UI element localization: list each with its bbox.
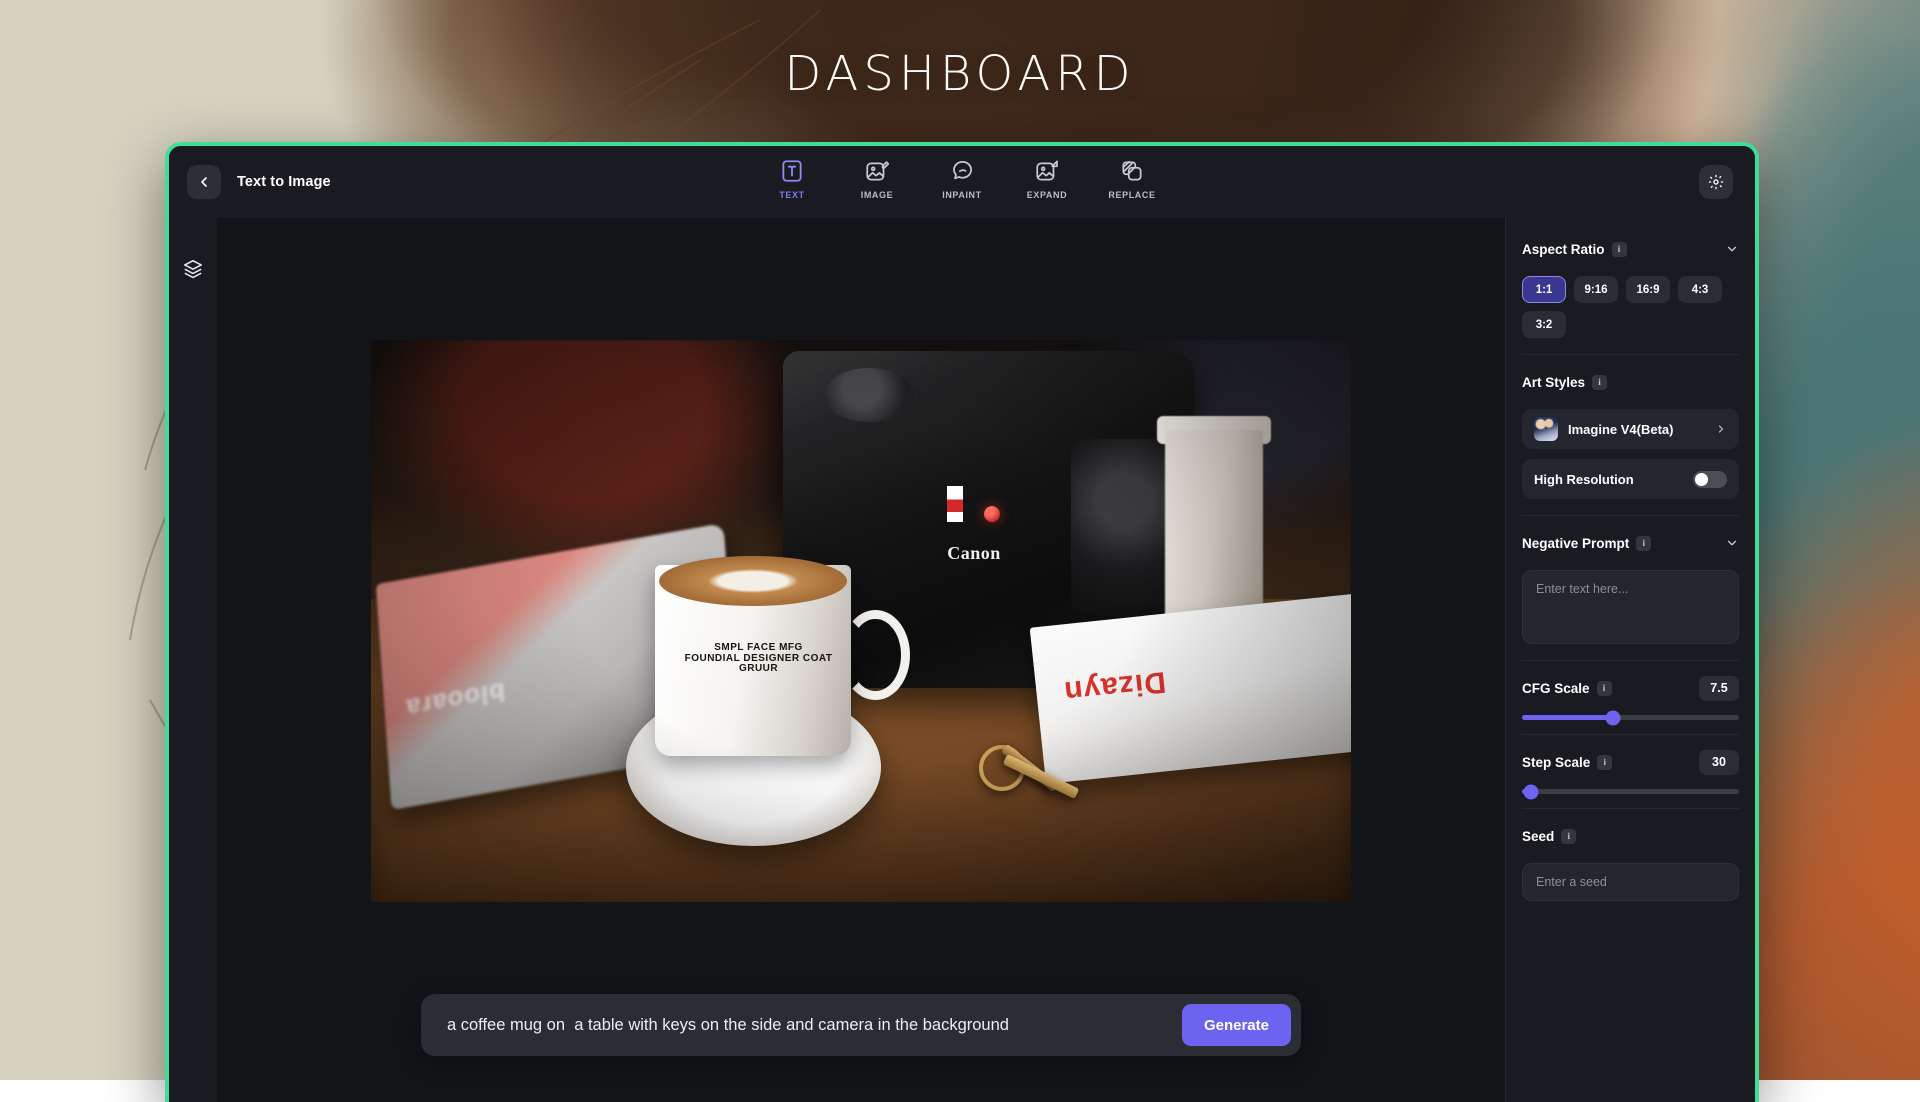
aspect-ratio-options: 1:1 9:16 16:9 4:3 3:2 bbox=[1522, 276, 1739, 338]
negative-prompt-title: Negative Prompt bbox=[1522, 536, 1629, 551]
tab-expand[interactable]: EXPAND bbox=[1019, 158, 1075, 200]
negative-prompt-header: Negative Prompt i bbox=[1522, 530, 1739, 556]
panel-divider-4 bbox=[1522, 734, 1739, 735]
left-rail bbox=[169, 218, 217, 1102]
settings-button[interactable] bbox=[1699, 165, 1733, 199]
step-scale-value: 30 bbox=[1699, 750, 1739, 775]
art-style-thumbnail bbox=[1534, 417, 1558, 441]
aspect-ratio-title: Aspect Ratio bbox=[1522, 242, 1605, 257]
cfg-scale-thumb[interactable] bbox=[1606, 710, 1621, 725]
tab-image[interactable]: IMAGE bbox=[849, 158, 905, 200]
text-box-icon bbox=[779, 158, 805, 184]
tool-tabs: TEXT IMAGE INPAINT EXPAND bbox=[764, 158, 1160, 200]
cfg-scale-info-icon[interactable]: i bbox=[1597, 681, 1612, 696]
cfg-scale-value: 7.5 bbox=[1699, 676, 1739, 701]
aspect-ratio-chip-1-1[interactable]: 1:1 bbox=[1522, 276, 1566, 303]
art-styles-info-icon[interactable]: i bbox=[1592, 375, 1607, 390]
step-scale-thumb[interactable] bbox=[1523, 784, 1538, 799]
cfg-scale-slider[interactable] bbox=[1522, 715, 1739, 720]
tab-expand-label: EXPAND bbox=[1027, 190, 1067, 200]
step-scale-title: Step Scale bbox=[1522, 755, 1590, 770]
aspect-ratio-header: Aspect Ratio i bbox=[1522, 236, 1739, 262]
seed-header: Seed i bbox=[1522, 823, 1739, 849]
seed-info-icon[interactable]: i bbox=[1561, 829, 1576, 844]
negative-prompt-input[interactable] bbox=[1536, 582, 1725, 632]
art-styles-header: Art Styles i bbox=[1522, 369, 1739, 395]
high-resolution-label: High Resolution bbox=[1534, 472, 1634, 487]
page-title: DASHBOARD bbox=[0, 46, 1920, 102]
tab-image-label: IMAGE bbox=[861, 190, 894, 200]
step-scale-info-icon[interactable]: i bbox=[1597, 755, 1612, 770]
step-scale-slider[interactable] bbox=[1522, 789, 1739, 794]
aspect-ratio-chip-16-9[interactable]: 16:9 bbox=[1626, 276, 1670, 303]
aspect-ratio-info-icon[interactable]: i bbox=[1612, 242, 1627, 257]
generated-image[interactable]: blooara Canon Dizayn bbox=[371, 340, 1351, 902]
negative-prompt-info-icon[interactable]: i bbox=[1636, 536, 1651, 551]
prompt-input[interactable] bbox=[447, 1016, 1182, 1035]
gear-icon bbox=[1707, 173, 1725, 191]
settings-panel: Aspect Ratio i 1:1 9:16 16:9 4:3 3:2 Art… bbox=[1505, 218, 1755, 1102]
aspect-ratio-chip-4-3[interactable]: 4:3 bbox=[1678, 276, 1722, 303]
toggle-knob bbox=[1695, 473, 1708, 486]
image-edit-icon bbox=[864, 158, 890, 184]
replace-layer-icon bbox=[1119, 158, 1145, 184]
cfg-scale-track bbox=[1522, 715, 1739, 720]
cfg-scale-header: CFG Scale i 7.5 bbox=[1522, 675, 1739, 701]
prompt-bar: Generate bbox=[421, 994, 1301, 1056]
art-style-name: Imagine V4(Beta) bbox=[1568, 422, 1673, 437]
high-resolution-row: High Resolution bbox=[1522, 459, 1739, 499]
step-scale-header: Step Scale i 30 bbox=[1522, 749, 1739, 775]
seed-title: Seed bbox=[1522, 829, 1554, 844]
tab-text-label: TEXT bbox=[779, 190, 804, 200]
aspect-ratio-chip-3-2[interactable]: 3:2 bbox=[1522, 311, 1566, 338]
chevron-left-icon bbox=[196, 174, 212, 190]
cfg-scale-fill bbox=[1522, 715, 1613, 720]
tab-inpaint[interactable]: INPAINT bbox=[934, 158, 990, 200]
app-body: blooara Canon Dizayn bbox=[169, 218, 1755, 1102]
tab-text[interactable]: TEXT bbox=[764, 158, 820, 200]
seed-input[interactable] bbox=[1522, 863, 1739, 901]
chevron-right-icon bbox=[1715, 423, 1727, 435]
breadcrumb: Text to Image bbox=[237, 174, 331, 190]
tab-replace[interactable]: REPLACE bbox=[1104, 158, 1160, 200]
generate-button[interactable]: Generate bbox=[1182, 1004, 1291, 1046]
panel-divider-2 bbox=[1522, 515, 1739, 516]
art-styles-title: Art Styles bbox=[1522, 375, 1585, 390]
layers-icon[interactable] bbox=[182, 258, 204, 280]
aspect-ratio-chevron-down-icon[interactable] bbox=[1725, 242, 1739, 256]
tab-inpaint-label: INPAINT bbox=[942, 190, 982, 200]
tab-replace-label: REPLACE bbox=[1108, 190, 1155, 200]
negative-prompt-chevron-down-icon[interactable] bbox=[1725, 536, 1739, 550]
cfg-scale-title: CFG Scale bbox=[1522, 681, 1590, 696]
negative-prompt-box bbox=[1522, 570, 1739, 644]
panel-divider-5 bbox=[1522, 808, 1739, 809]
step-scale-track bbox=[1522, 789, 1739, 794]
high-resolution-toggle[interactable] bbox=[1693, 471, 1727, 488]
image-expand-icon bbox=[1034, 158, 1060, 184]
app-window: Text to Image TEXT IMAGE INPAINT bbox=[165, 142, 1759, 1102]
art-style-selector[interactable]: Imagine V4(Beta) bbox=[1522, 409, 1739, 449]
app-topbar: Text to Image TEXT IMAGE INPAINT bbox=[169, 146, 1755, 218]
aspect-ratio-chip-9-16[interactable]: 9:16 bbox=[1574, 276, 1618, 303]
panel-divider-3 bbox=[1522, 660, 1739, 661]
panel-divider-1 bbox=[1522, 354, 1739, 355]
image-vignette bbox=[371, 340, 1351, 902]
canvas-area: blooara Canon Dizayn bbox=[217, 218, 1505, 1102]
back-button[interactable] bbox=[187, 165, 221, 199]
inpaint-brush-icon bbox=[949, 158, 975, 184]
